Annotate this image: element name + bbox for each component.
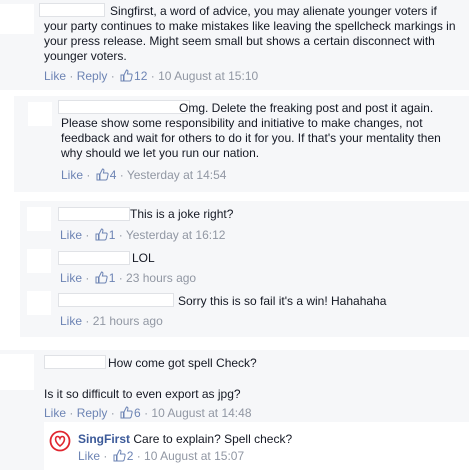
reply-author[interactable]: SingFirst — [78, 432, 130, 446]
like-link[interactable]: Like — [60, 314, 82, 328]
reply-link[interactable]: Reply — [77, 406, 108, 420]
thumbs-up-icon[interactable] — [113, 449, 126, 462]
comment-meta: Like · 4 · Yesterday at 14:54 — [61, 168, 227, 182]
comment-text: Singfirst, a word of advice, you may ali… — [44, 4, 456, 63]
commenter-name[interactable] — [58, 293, 174, 307]
avatar[interactable] — [0, 354, 34, 390]
like-link[interactable]: Like — [44, 69, 66, 83]
timestamp[interactable]: Yesterday at 14:54 — [127, 168, 227, 182]
timestamp[interactable]: 10 August at 14:48 — [151, 406, 251, 420]
like-link[interactable]: Like — [44, 406, 66, 420]
timestamp[interactable]: Yesterday at 16:12 — [126, 228, 226, 242]
reply-group: This is a joke right? Like · 1 · Yesterd… — [20, 201, 469, 337]
thumbs-up-icon[interactable] — [95, 271, 108, 284]
timestamp[interactable]: 10 August at 15:07 — [144, 449, 244, 463]
timestamp[interactable]: 10 August at 15:10 — [158, 69, 258, 83]
heart-logo-icon[interactable] — [49, 430, 71, 452]
like-link[interactable]: Like — [60, 228, 82, 242]
timestamp[interactable]: 23 hours ago — [126, 271, 196, 285]
commenter-name[interactable] — [58, 251, 130, 265]
comment-meta: Like · Reply · 12 · 10 August at 15:10 — [44, 69, 259, 83]
comment-meta: Like · 21 hours ago — [60, 314, 163, 328]
thumbs-up-icon[interactable] — [120, 406, 133, 419]
reply-comment-2: Omg. Delete the freaking post and post i… — [14, 96, 469, 192]
reply-text: SingFirst Care to explain? Spell check? — [78, 432, 458, 447]
avatar[interactable] — [27, 207, 51, 231]
reply-body: Care to explain? Spell check? — [133, 432, 293, 446]
thumbs-up-icon[interactable] — [120, 69, 133, 82]
comment-text: Sorry this is so fail it's a win! Hahaha… — [178, 294, 387, 308]
avatar[interactable] — [27, 291, 51, 315]
comment-text: Omg. Delete the freaking post and post i… — [61, 101, 441, 160]
reply-link[interactable]: Reply — [77, 69, 108, 83]
thumbs-up-icon[interactable] — [96, 168, 109, 181]
avatar[interactable] — [27, 249, 51, 273]
like-link[interactable]: Like — [60, 271, 82, 285]
avatar[interactable] — [28, 102, 52, 126]
like-count[interactable]: 12 — [134, 69, 147, 83]
like-link[interactable]: Like — [61, 168, 83, 182]
comment-meta: Like · 1 · 23 hours ago — [60, 271, 197, 285]
commenter-name[interactable] — [58, 207, 130, 221]
comment-text: This is a joke right? — [130, 207, 234, 221]
comment-text: LOL — [132, 251, 155, 265]
comment-text: How come got spell Check? — [108, 356, 257, 370]
timestamp[interactable]: 21 hours ago — [93, 314, 163, 328]
avatar[interactable] — [0, 4, 34, 34]
comment-thread-1: Singfirst, a word of advice, you may ali… — [0, 0, 469, 90]
like-count[interactable]: 6 — [134, 406, 141, 420]
comment-text-line2: Is it so difficult to even export as jpg… — [44, 387, 241, 401]
like-link[interactable]: Like — [78, 449, 100, 463]
commenter-name[interactable] — [44, 355, 106, 369]
page-reply: SingFirst Care to explain? Spell check? … — [44, 422, 469, 470]
thumbs-up-icon[interactable] — [95, 228, 108, 241]
comment-meta: Like · 2 · 10 August at 15:07 — [78, 449, 245, 463]
comment-meta: Like · Reply · 6 · 10 August at 14:48 — [44, 406, 252, 420]
comment-thread-2: How come got spell Check? Is it so diffi… — [0, 350, 469, 470]
comment-meta: Like · 1 · Yesterday at 16:12 — [60, 228, 226, 242]
